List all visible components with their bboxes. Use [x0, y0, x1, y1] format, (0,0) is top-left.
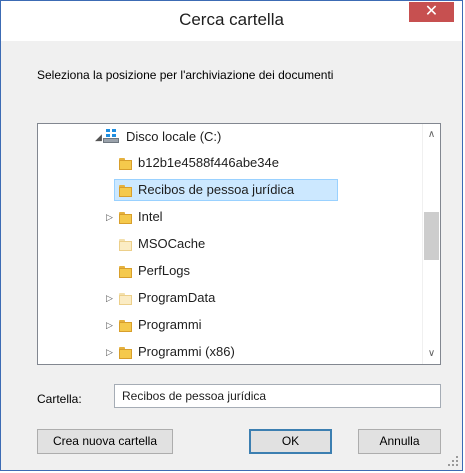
browse-folder-dialog: Cerca cartella ✕ Seleziona la posizione … [0, 0, 463, 471]
tree-item-label: Programmi [138, 317, 202, 332]
tree-item-programmi-x86[interactable]: ▷ Programmi (x86) [38, 341, 418, 363]
tree-item-programmi[interactable]: ▷ Programmi [38, 314, 418, 336]
folder-tree[interactable]: ◢ Disco locale (C:) b12b1e4588f446abe34e… [37, 123, 441, 365]
tree-item-programdata[interactable]: ▷ ProgramData [38, 287, 418, 309]
collapsed-arrow-icon[interactable]: ▷ [106, 287, 113, 309]
scroll-down-icon[interactable]: ∨ [423, 348, 440, 359]
new-folder-button[interactable]: Crea nuova cartella [37, 429, 173, 454]
folder-icon [119, 318, 132, 332]
tree-item-label: Intel [138, 209, 163, 224]
instruction-text: Seleziona la posizione per l'archiviazio… [37, 68, 334, 82]
tree-item-perflogs[interactable]: PerfLogs [38, 260, 418, 282]
collapsed-arrow-icon[interactable]: ▷ [106, 341, 113, 363]
tree-item-label: MSOCache [138, 236, 206, 251]
tree-item-label: Disco locale (C:) [126, 129, 222, 144]
ok-button[interactable]: OK [249, 429, 332, 454]
close-icon: ✕ [424, 3, 439, 20]
drive-icon [103, 129, 119, 144]
tree-item-label: PerfLogs [138, 263, 191, 278]
tree-item-intel[interactable]: ▷ Intel [38, 206, 418, 228]
folder-icon [119, 210, 132, 224]
vertical-scrollbar[interactable]: ∧ ∨ [422, 124, 440, 364]
expanded-arrow-icon[interactable]: ◢ [95, 126, 102, 148]
tree-item-label: Recibos de pessoa jurídica [138, 182, 295, 197]
folder-icon [119, 345, 132, 359]
dialog-title: Cerca cartella [179, 10, 284, 29]
tree-item-b12b1e4588f446abe34e[interactable]: b12b1e4588f446abe34e [38, 152, 418, 174]
tree-item-msocache[interactable]: MSOCache [38, 233, 418, 255]
cancel-button[interactable]: Annulla [358, 429, 441, 454]
folder-name-input[interactable]: Recibos de pessoa jurídica [114, 384, 441, 408]
scrollbar-thumb[interactable] [424, 212, 439, 260]
folder-field-label: Cartella: [37, 392, 82, 406]
tree-item-label: ProgramData [138, 290, 216, 305]
tree-item-label: b12b1e4588f446abe34e [138, 155, 279, 170]
hidden-folder-icon [119, 291, 132, 305]
close-button[interactable]: ✕ [409, 2, 454, 22]
hidden-folder-icon [119, 237, 132, 251]
folder-icon [119, 264, 132, 278]
tree-item-label: Programmi (x86) [138, 344, 235, 359]
collapsed-arrow-icon[interactable]: ▷ [106, 206, 113, 228]
collapsed-arrow-icon[interactable]: ▷ [106, 314, 113, 336]
tree-item-disco-locale[interactable]: ◢ Disco locale (C:) [38, 126, 418, 148]
folder-icon [119, 156, 132, 170]
title-bar[interactable]: Cerca cartella ✕ [1, 1, 462, 41]
resize-grip-icon[interactable] [448, 456, 458, 466]
tree-item-recibos[interactable]: Recibos de pessoa jurídica [38, 179, 418, 201]
scroll-up-icon[interactable]: ∧ [423, 129, 440, 140]
folder-icon [119, 183, 132, 197]
